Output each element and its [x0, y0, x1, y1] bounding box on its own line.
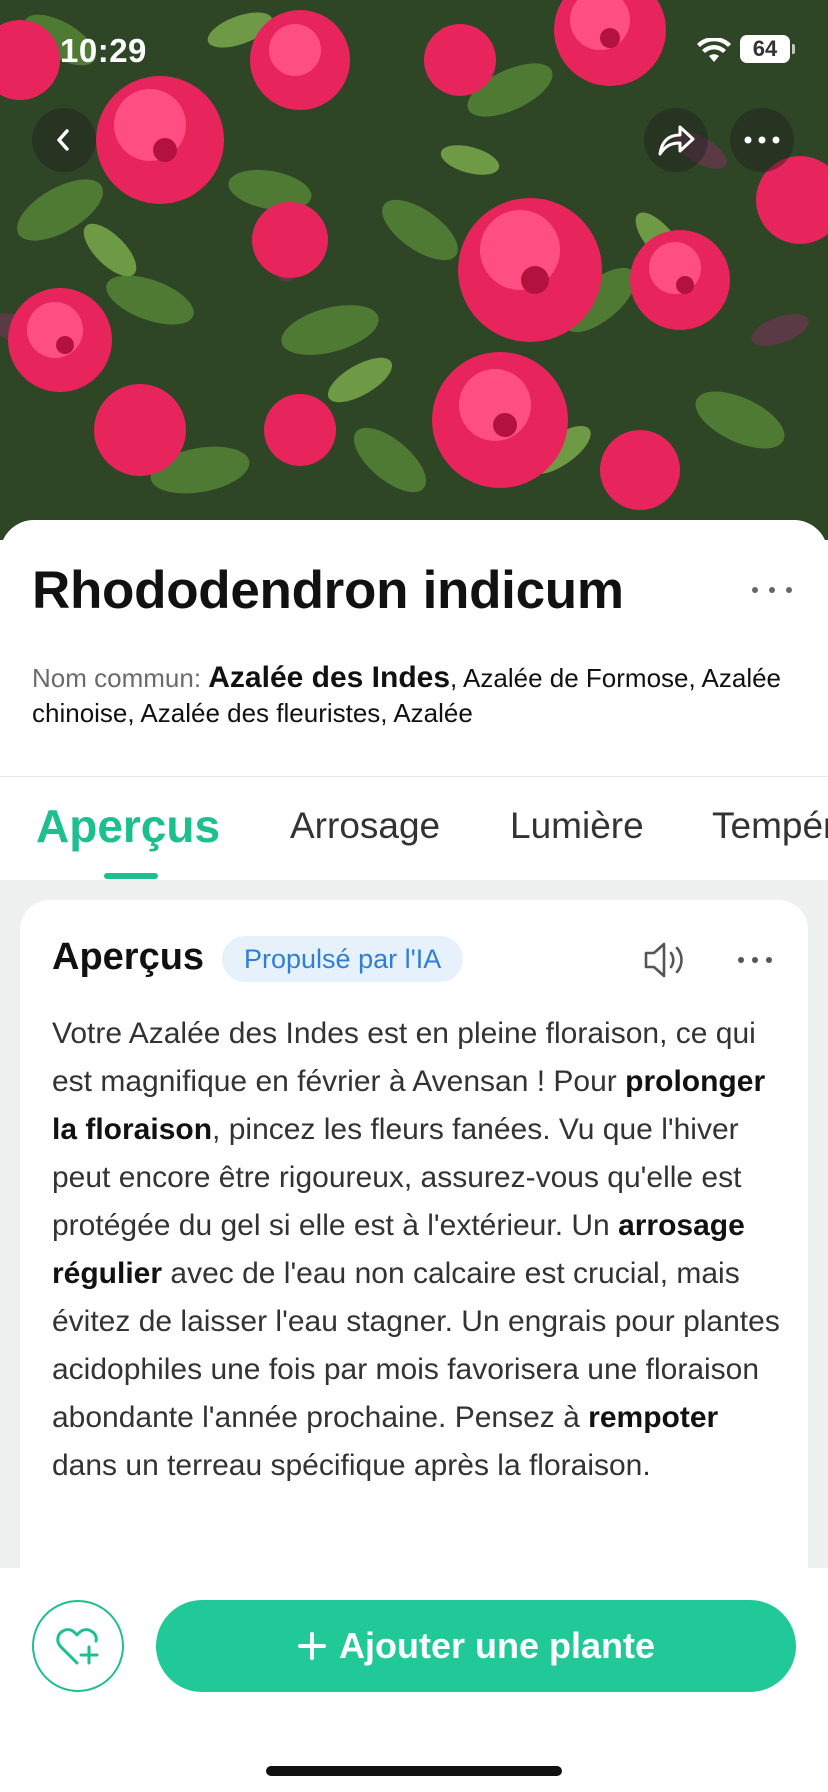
tab-temperature[interactable]: Température — [712, 805, 828, 847]
favorite-button[interactable] — [32, 1600, 124, 1692]
bottom-action-bar: Ajouter une plante — [0, 1568, 828, 1792]
dot-icon — [769, 587, 775, 593]
wifi-icon — [697, 38, 731, 62]
content-area: Aperçus Propulsé par l'IA Votre Azalée d… — [0, 880, 828, 1600]
dot-icon — [752, 957, 758, 963]
common-name-label: Nom commun: — [32, 663, 209, 693]
add-plant-label: Ajouter une plante — [338, 1625, 656, 1666]
heart-plus-icon — [56, 1628, 99, 1665]
dot-icon — [766, 957, 772, 963]
active-tab-indicator — [104, 873, 158, 879]
back-button[interactable] — [32, 108, 96, 172]
common-names: Nom commun: Azalée des Indes, Azalée de … — [32, 660, 802, 731]
title-more-button[interactable] — [752, 578, 792, 602]
ai-badge: Propulsé par l'IA — [222, 936, 464, 982]
status-time: 10:29 — [60, 32, 147, 69]
overview-title: Aperçus — [52, 936, 205, 978]
speaker-icon[interactable] — [642, 938, 688, 982]
tab-watering[interactable]: Arrosage — [290, 805, 440, 847]
dot-icon — [752, 587, 758, 593]
add-plant-button[interactable]: Ajouter une plante — [156, 1600, 796, 1692]
card-more-button[interactable] — [738, 956, 772, 964]
overview-card: Aperçus Propulsé par l'IA Votre Azalée d… — [20, 900, 808, 1600]
overview-text: Votre Azalée des Indes est en pleine flo… — [52, 1010, 782, 1490]
battery-icon: 64 — [740, 35, 795, 63]
common-name-primary: Azalée des Indes — [208, 661, 451, 694]
tab-light[interactable]: Lumière — [510, 805, 644, 847]
more-horizontal-icon — [744, 136, 780, 144]
overview-text-highlight: rempoter — [588, 1401, 719, 1434]
overview-text-segment: dans un terreau spécifique après la flor… — [52, 1449, 651, 1482]
plus-icon — [297, 1631, 327, 1661]
dot-icon — [738, 957, 744, 963]
tab-bar: Aperçus Arrosage Lumière Température — [0, 776, 828, 880]
status-bar: 10:29 64 — [0, 0, 828, 100]
tab-overview[interactable]: Aperçus — [36, 799, 220, 853]
plant-title: Rhododendron indicum — [32, 561, 624, 620]
dot-icon — [786, 587, 792, 593]
battery-level: 64 — [752, 36, 778, 61]
chevron-left-icon — [57, 129, 69, 151]
share-icon — [658, 125, 695, 156]
home-indicator — [266, 1766, 562, 1776]
share-button[interactable] — [644, 108, 708, 172]
more-options-button[interactable] — [730, 108, 794, 172]
plant-header: Rhododendron indicum Nom commun: Azalée … — [0, 520, 828, 776]
